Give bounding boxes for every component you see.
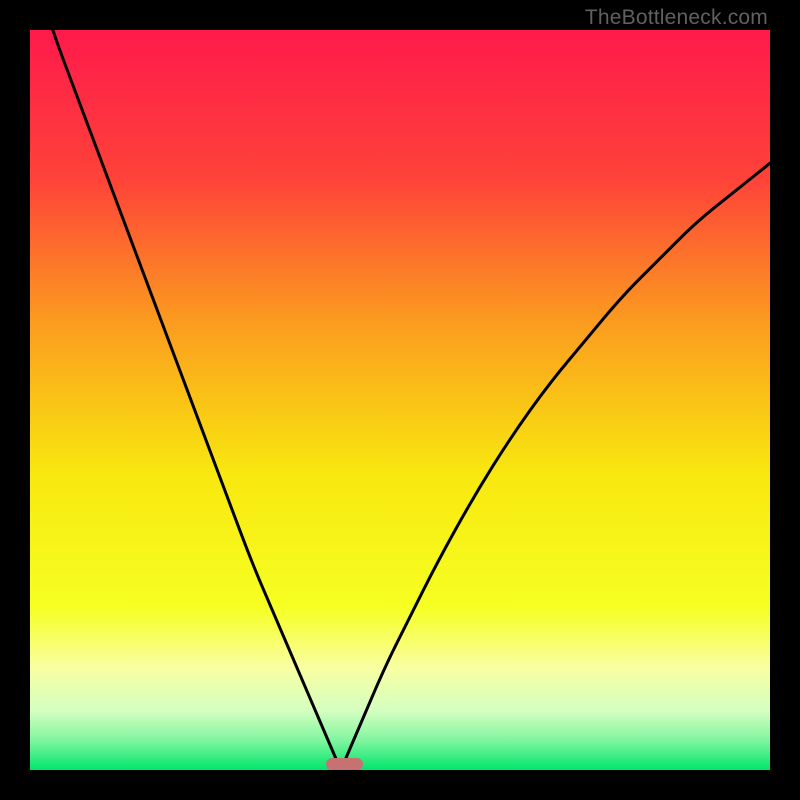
- plot-area: [30, 30, 770, 770]
- watermark-text: TheBottleneck.com: [585, 6, 768, 30]
- bottleneck-curve: [30, 30, 770, 770]
- chart-frame: TheBottleneck.com: [0, 0, 800, 800]
- optimal-marker: [326, 758, 363, 770]
